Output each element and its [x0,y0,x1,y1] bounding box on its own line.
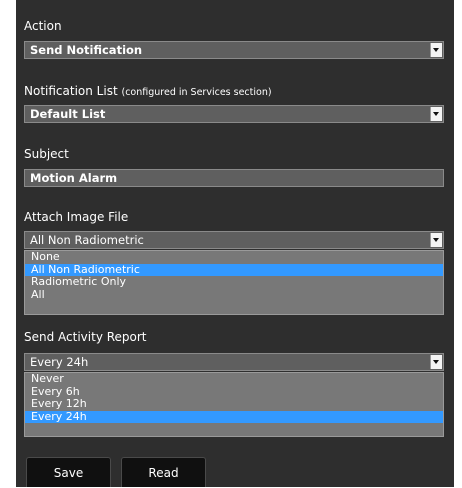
activity-report-option-every-12h[interactable]: Every 12h [25,398,443,411]
notification-list-note: (configured in Services section) [121,87,272,98]
chevron-down-icon[interactable] [430,43,442,57]
activity-report-select-value: Every 24h [30,355,89,369]
chevron-down-icon[interactable] [430,233,442,247]
attach-image-label: Attach Image File [24,210,129,224]
attach-image-dropdown: None All Non Radiometric Radiometric Onl… [24,250,444,315]
activity-report-dropdown: Never Every 6h Every 12h Every 24h [24,372,444,437]
notification-list-select[interactable]: Default List [24,105,444,123]
activity-report-option-never[interactable]: Never [25,373,443,386]
save-button[interactable]: Save [26,457,111,487]
notification-list-label: Notification List (configured in Service… [24,84,272,100]
attach-image-select[interactable]: All Non Radiometric [24,231,444,249]
notification-list-label-text: Notification List [24,84,118,98]
subject-input-value: Motion Alarm [30,171,118,185]
attach-image-option-all[interactable]: All [25,288,443,302]
attach-image-select-value: All Non Radiometric [30,233,144,247]
notification-list-select-value: Default List [30,107,106,121]
activity-report-option-every-24h[interactable]: Every 24h [25,410,443,423]
action-label: Action [24,19,62,33]
subject-label: Subject [24,147,69,161]
read-button[interactable]: Read [121,457,206,487]
chevron-down-icon[interactable] [430,107,442,121]
action-select[interactable]: Send Notification [24,41,444,59]
action-select-value: Send Notification [30,43,143,57]
chevron-down-icon[interactable] [430,355,442,369]
attach-image-option-none[interactable]: None [25,251,443,264]
attach-image-option-radiometric-only[interactable]: Radiometric Only [25,276,443,289]
activity-report-label: Send Activity Report [24,330,147,344]
subject-input[interactable]: Motion Alarm [24,169,444,187]
activity-report-option-every-6h[interactable]: Every 6h [25,385,443,399]
activity-report-select[interactable]: Every 24h [24,353,444,371]
